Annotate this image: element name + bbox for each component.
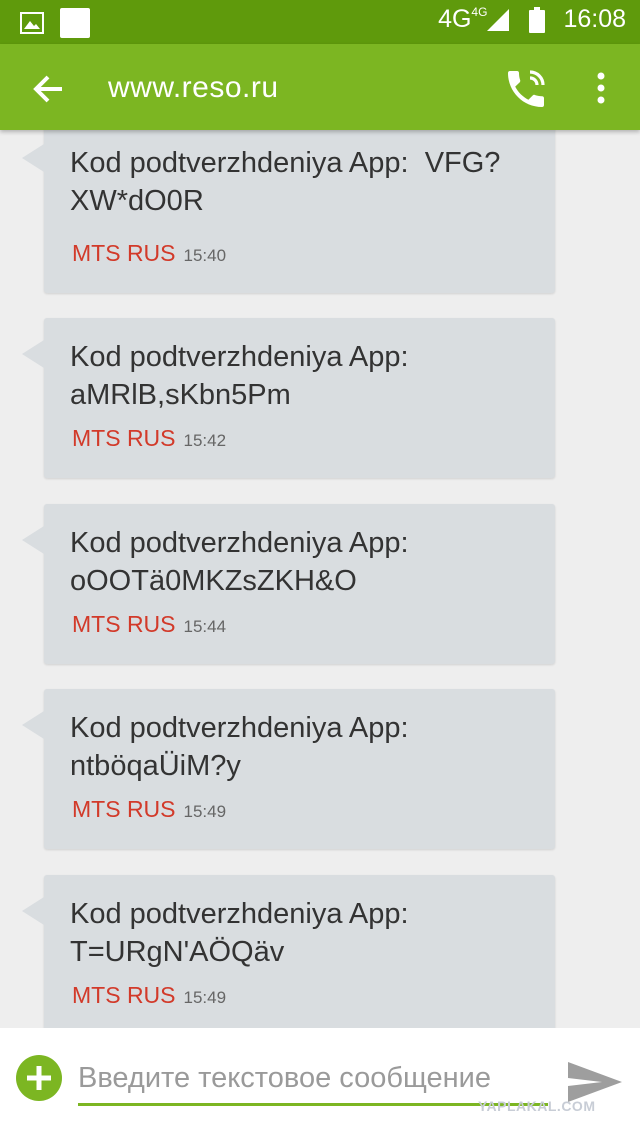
network-type: 4G 4G — [438, 5, 488, 33]
message-text: Kod podtverzhdeniya App: ntböqaÜiM?y — [70, 712, 409, 782]
message-sender: MTS RUS — [72, 796, 176, 822]
message-text: Kod podtverzhdeniya App: VFG? XW*dO0R — [70, 147, 501, 217]
compose-bar: YAPLAKAL.COM — [0, 1028, 640, 1138]
notification-square-icon — [60, 8, 90, 38]
message-sender: MTS RUS — [72, 425, 176, 451]
battery-icon — [529, 6, 546, 33]
attach-button[interactable] — [16, 1055, 62, 1101]
message-sender: MTS RUS — [72, 240, 176, 266]
message-text: Kod podtverzhdeniya App: aMRlB,sKbn5Pm — [70, 341, 409, 411]
message-list[interactable]: Kod podtverzhdeniya App: VFG? XW*dO0R MT… — [0, 130, 640, 1028]
clock: 16:08 — [563, 5, 626, 33]
conversation-title: www.reso.ru — [108, 71, 279, 104]
message-time: 15:44 — [183, 617, 227, 636]
message-time: 15:42 — [183, 431, 227, 450]
message-bubble[interactable]: Kod podtverzhdeniya App: aMRlB,sKbn5Pm M… — [22, 318, 555, 478]
message-text: Kod podtverzhdeniya App: T=URgN'AÖQäv — [70, 898, 409, 968]
phone-icon — [508, 70, 545, 107]
gallery-notification-icon — [20, 12, 44, 34]
status-bar: 4G 4G 16:08 — [0, 0, 640, 44]
more-options-button[interactable] — [588, 68, 614, 108]
message-sender: MTS RUS — [72, 611, 176, 637]
signal-icon — [487, 8, 510, 31]
message-time: 15:49 — [183, 802, 227, 821]
message-bubble[interactable]: Kod podtverzhdeniya App: T=URgN'AÖQäv MT… — [22, 875, 555, 1028]
message-bubble[interactable]: Kod podtverzhdeniya App: ntböqaÜiM?y MTS… — [22, 689, 555, 849]
message-bubble[interactable]: Kod podtverzhdeniya App: VFG? XW*dO0R MT… — [22, 130, 555, 293]
call-button[interactable] — [502, 65, 550, 113]
back-button[interactable] — [26, 66, 72, 112]
message-time: 15:40 — [183, 246, 227, 265]
message-sender: MTS RUS — [72, 982, 176, 1008]
message-time: 15:49 — [183, 988, 227, 1007]
plus-icon — [27, 1066, 51, 1090]
app-bar: www.reso.ru — [0, 44, 640, 130]
arrow-left-icon — [33, 75, 62, 103]
more-vert-icon — [597, 72, 605, 104]
message-text: Kod podtverzhdeniya App: oOOTä0MKZsZKH&O — [70, 527, 409, 597]
watermark: YAPLAKAL.COM — [478, 1098, 596, 1114]
message-bubble[interactable]: Kod podtverzhdeniya App: oOOTä0MKZsZKH&O… — [22, 504, 555, 664]
